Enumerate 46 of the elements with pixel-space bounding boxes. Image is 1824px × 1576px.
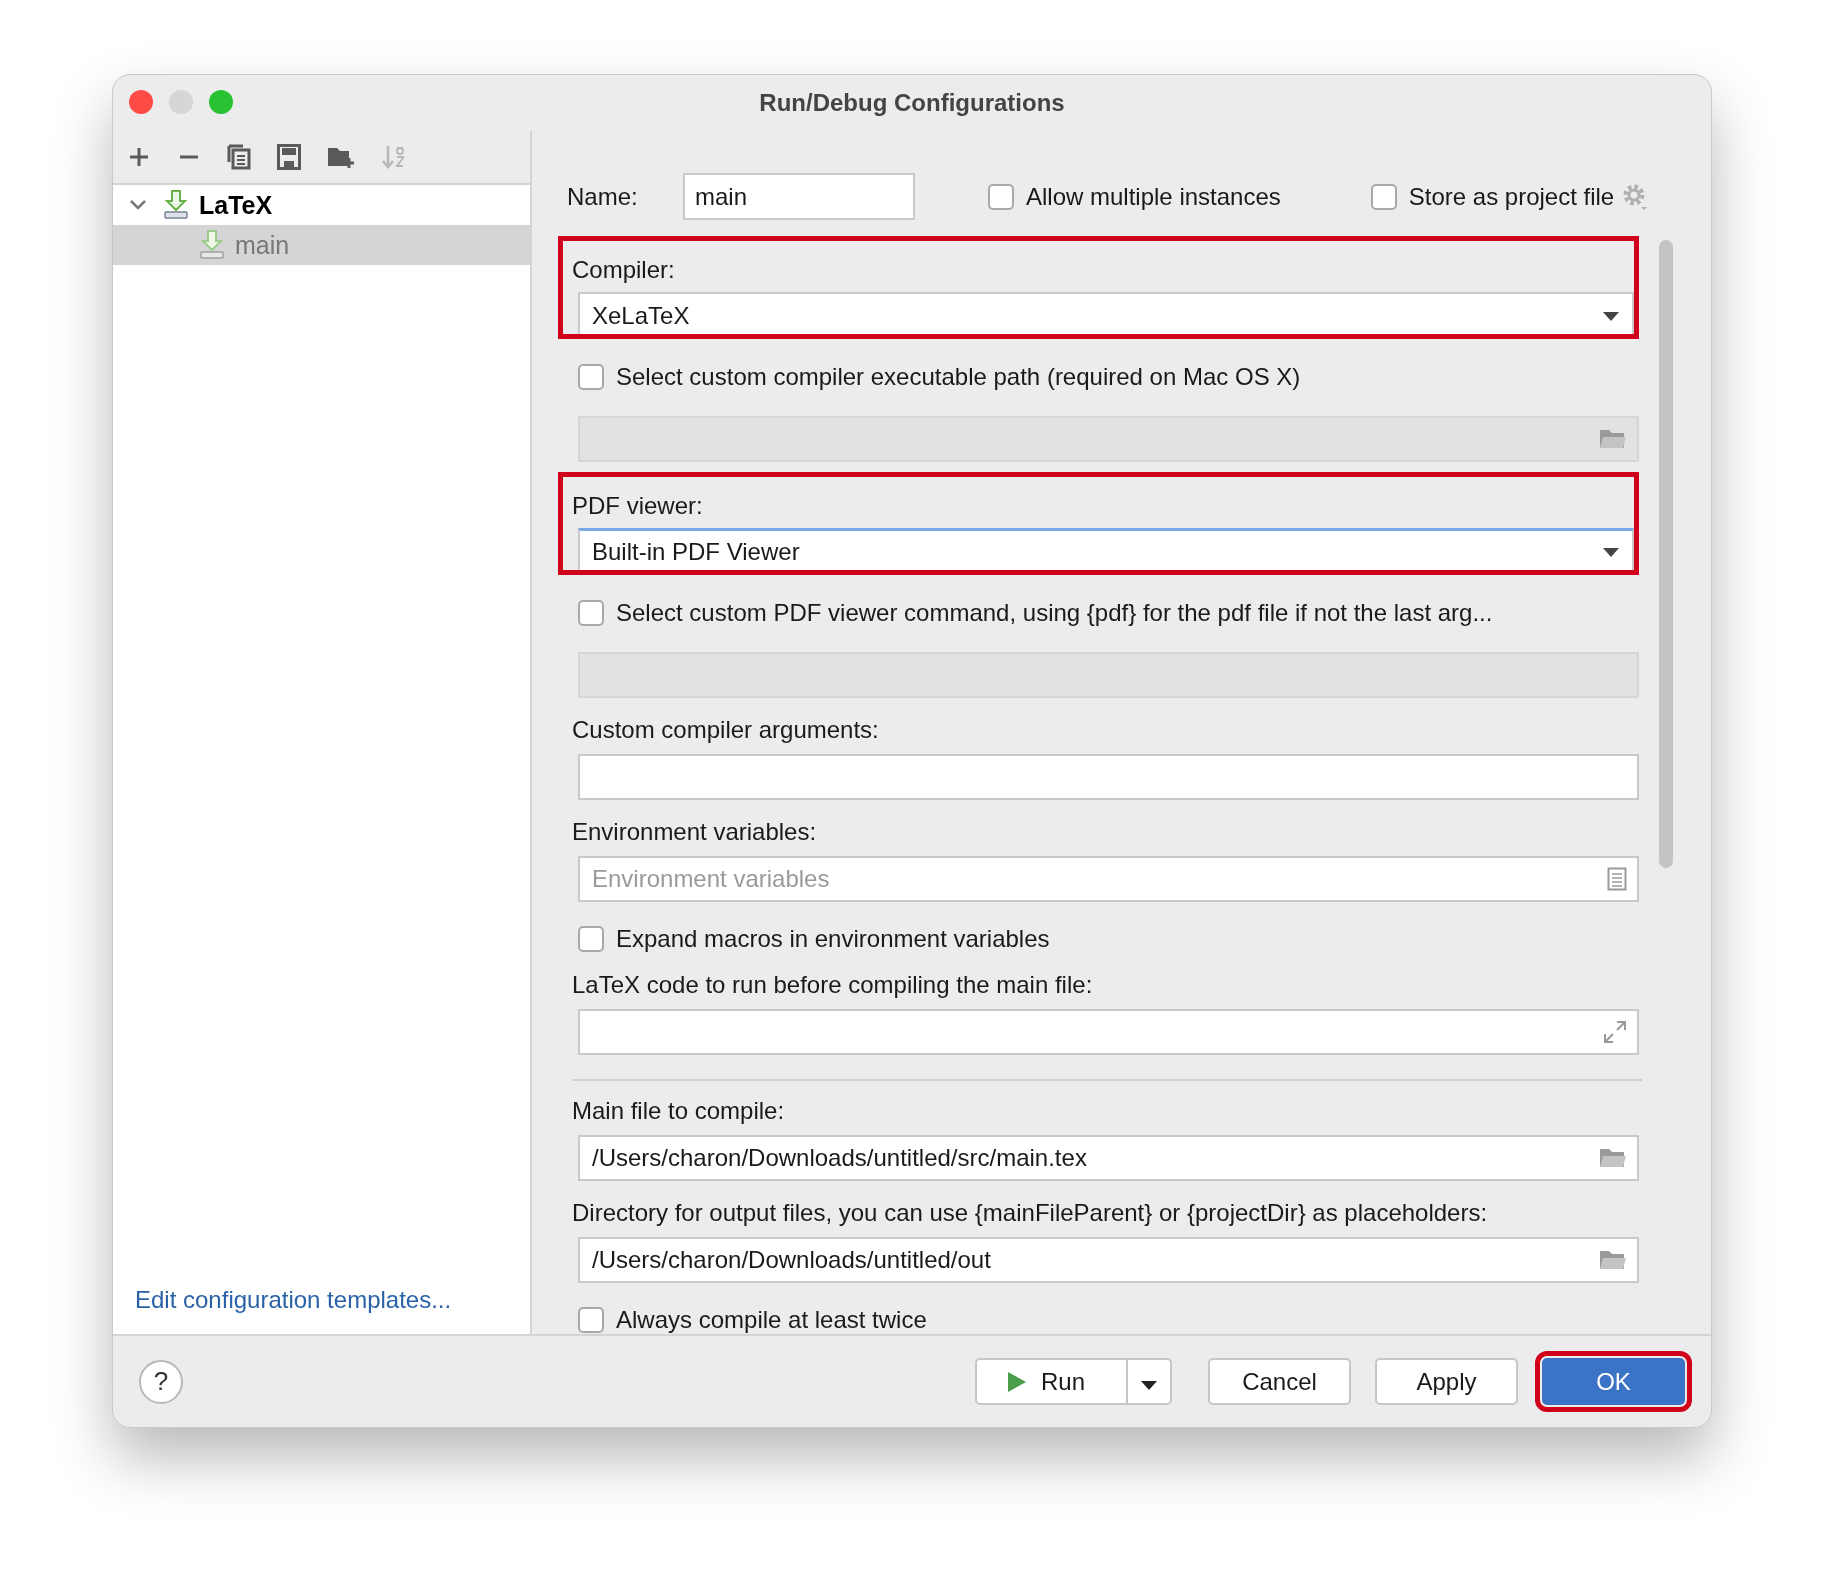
document-icon[interactable] [1607,867,1627,891]
scrollbar[interactable] [1659,240,1673,868]
tree-item[interactable]: LaTeX [113,185,530,225]
zoom-button[interactable] [209,90,233,114]
edit-templates-link[interactable]: Edit configuration templates... [135,1286,452,1314]
option-checkbox[interactable]: Select custom PDF viewer command, using {pdf} for the pdf file if not the last arg... [578,599,1639,627]
play-icon [1007,1370,1027,1393]
option-checkbox[interactable]: Select custom compiler executable path (required on Mac OS X) [578,363,1639,391]
help-button[interactable]: ? [139,1359,183,1404]
name-field[interactable]: main [683,173,915,220]
option-checkbox[interactable]: Store as project file [1370,182,1615,211]
chevron-icon[interactable] [129,199,147,211]
dropdown-arrow-icon [1602,310,1620,321]
text-field[interactable] [578,1009,1639,1055]
name-label: Name: [567,182,639,211]
field-label: LaTeX code to run before compiling the main file: [572,971,1094,999]
folder-icon[interactable] [1599,1147,1627,1169]
option-checkbox[interactable]: Expand macros in environment variables [578,925,1639,953]
save-icon[interactable] [277,144,301,170]
dialog-button[interactable]: Apply [1375,1358,1518,1405]
text-field[interactable]: /Users/charon/Downloads/untitled/out [578,1237,1639,1283]
field-label: PDF viewer: [572,492,704,520]
text-field[interactable] [578,754,1639,800]
run-options-button[interactable] [1128,1358,1172,1405]
field-label: Compiler: [572,256,676,284]
download-icon [199,230,225,260]
field-label: Custom compiler arguments: [572,716,880,744]
settings-icon[interactable] [1622,182,1649,211]
add-icon[interactable] [127,145,151,169]
option-checkbox[interactable]: Always compile at least twice [578,1306,1639,1334]
window-title: Run/Debug Configurations [759,89,1065,117]
folder-icon[interactable] [1599,1249,1627,1271]
close-button[interactable] [129,90,153,114]
dialog-button[interactable]: Cancel [1208,1358,1351,1405]
field-label: Environment variables: [572,818,818,846]
caret-icon [1140,1379,1158,1390]
dropdown-arrow-icon [1602,547,1620,557]
expand-icon[interactable] [1603,1020,1627,1044]
option-checkbox[interactable]: Allow multiple instances [988,182,1281,211]
copy-icon[interactable] [227,144,251,170]
download-icon [163,190,189,220]
run-button[interactable]: Run [975,1358,1128,1405]
field-label: Directory for output files, you can use {mainFileParent} or {projectDir} as placeholders: [572,1199,1489,1227]
text-field[interactable]: /Users/charon/Downloads/untitled/src/main.tex [578,1135,1639,1181]
new-folder-icon[interactable] [327,145,355,169]
field-label: Main file to compile: [572,1097,786,1125]
